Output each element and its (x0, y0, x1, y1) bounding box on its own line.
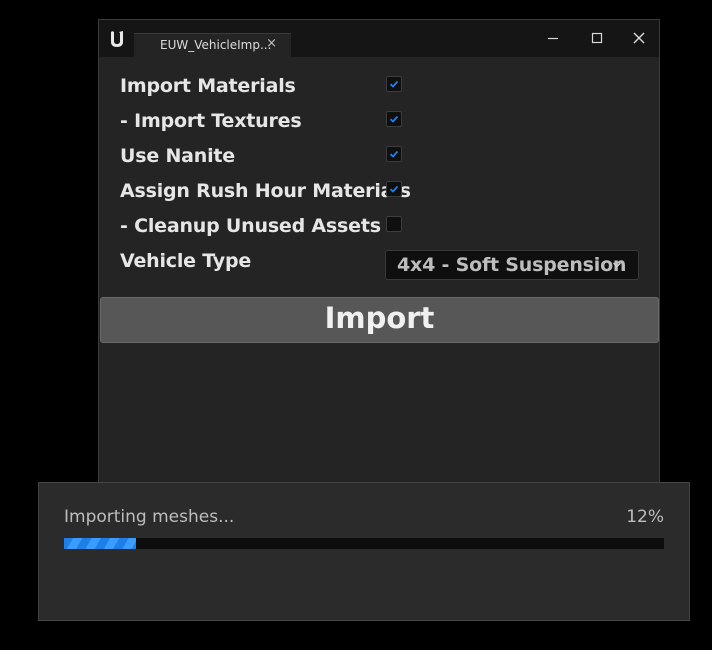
use-nanite-checkbox[interactable] (386, 146, 402, 162)
vehicle-type-selected: 4x4 - Soft Suspension (397, 254, 627, 276)
title-bar[interactable]: EUW_VehicleImp... × (99, 20, 659, 58)
import-button-label: Import (324, 301, 435, 335)
import-progress-dialog: Importing meshes... 12% (38, 482, 690, 621)
maximize-button[interactable] (587, 28, 607, 48)
progress-percent: 12% (626, 507, 664, 527)
vehicle-type-dropdown[interactable]: 4x4 - Soft Suspension (385, 250, 639, 280)
close-button[interactable] (629, 28, 649, 48)
tab-title: EUW_VehicleImp... (160, 38, 272, 52)
chevron-down-icon (613, 262, 621, 268)
assign-rush-hour-materials-label: Assign Rush Hour Materials (120, 180, 411, 202)
vehicle-type-label: Vehicle Type (120, 250, 252, 272)
import-textures-checkbox[interactable] (386, 111, 402, 127)
cleanup-unused-assets-checkbox[interactable] (386, 216, 402, 232)
progress-bar (64, 538, 664, 549)
checkmark-icon (389, 150, 399, 158)
checkmark-icon (389, 185, 399, 193)
assign-rush-hour-materials-checkbox[interactable] (386, 181, 402, 197)
import-materials-label: Import Materials (120, 75, 296, 97)
tab-close-icon[interactable]: × (266, 36, 277, 51)
minimize-button[interactable] (543, 28, 563, 48)
minimize-icon (548, 37, 558, 40)
tab-underline (134, 57, 291, 58)
import-button[interactable]: Import (100, 297, 659, 343)
progress-status-text: Importing meshes... (64, 507, 235, 527)
import-materials-checkbox[interactable] (386, 76, 402, 92)
import-textures-label: - Import Textures (120, 110, 302, 132)
editor-utility-window: EUW_VehicleImp... × Import Materials - I… (98, 19, 660, 489)
unreal-logo-icon (105, 26, 129, 50)
checkmark-icon (389, 115, 399, 123)
checkmark-icon (389, 80, 399, 88)
maximize-icon (591, 32, 603, 44)
close-icon (633, 32, 645, 44)
progress-bar-fill (64, 538, 136, 549)
use-nanite-label: Use Nanite (120, 145, 235, 167)
tab-vehicle-importer[interactable]: EUW_VehicleImp... × (134, 33, 291, 58)
cleanup-unused-assets-label: - Cleanup Unused Assets ! (120, 215, 396, 237)
